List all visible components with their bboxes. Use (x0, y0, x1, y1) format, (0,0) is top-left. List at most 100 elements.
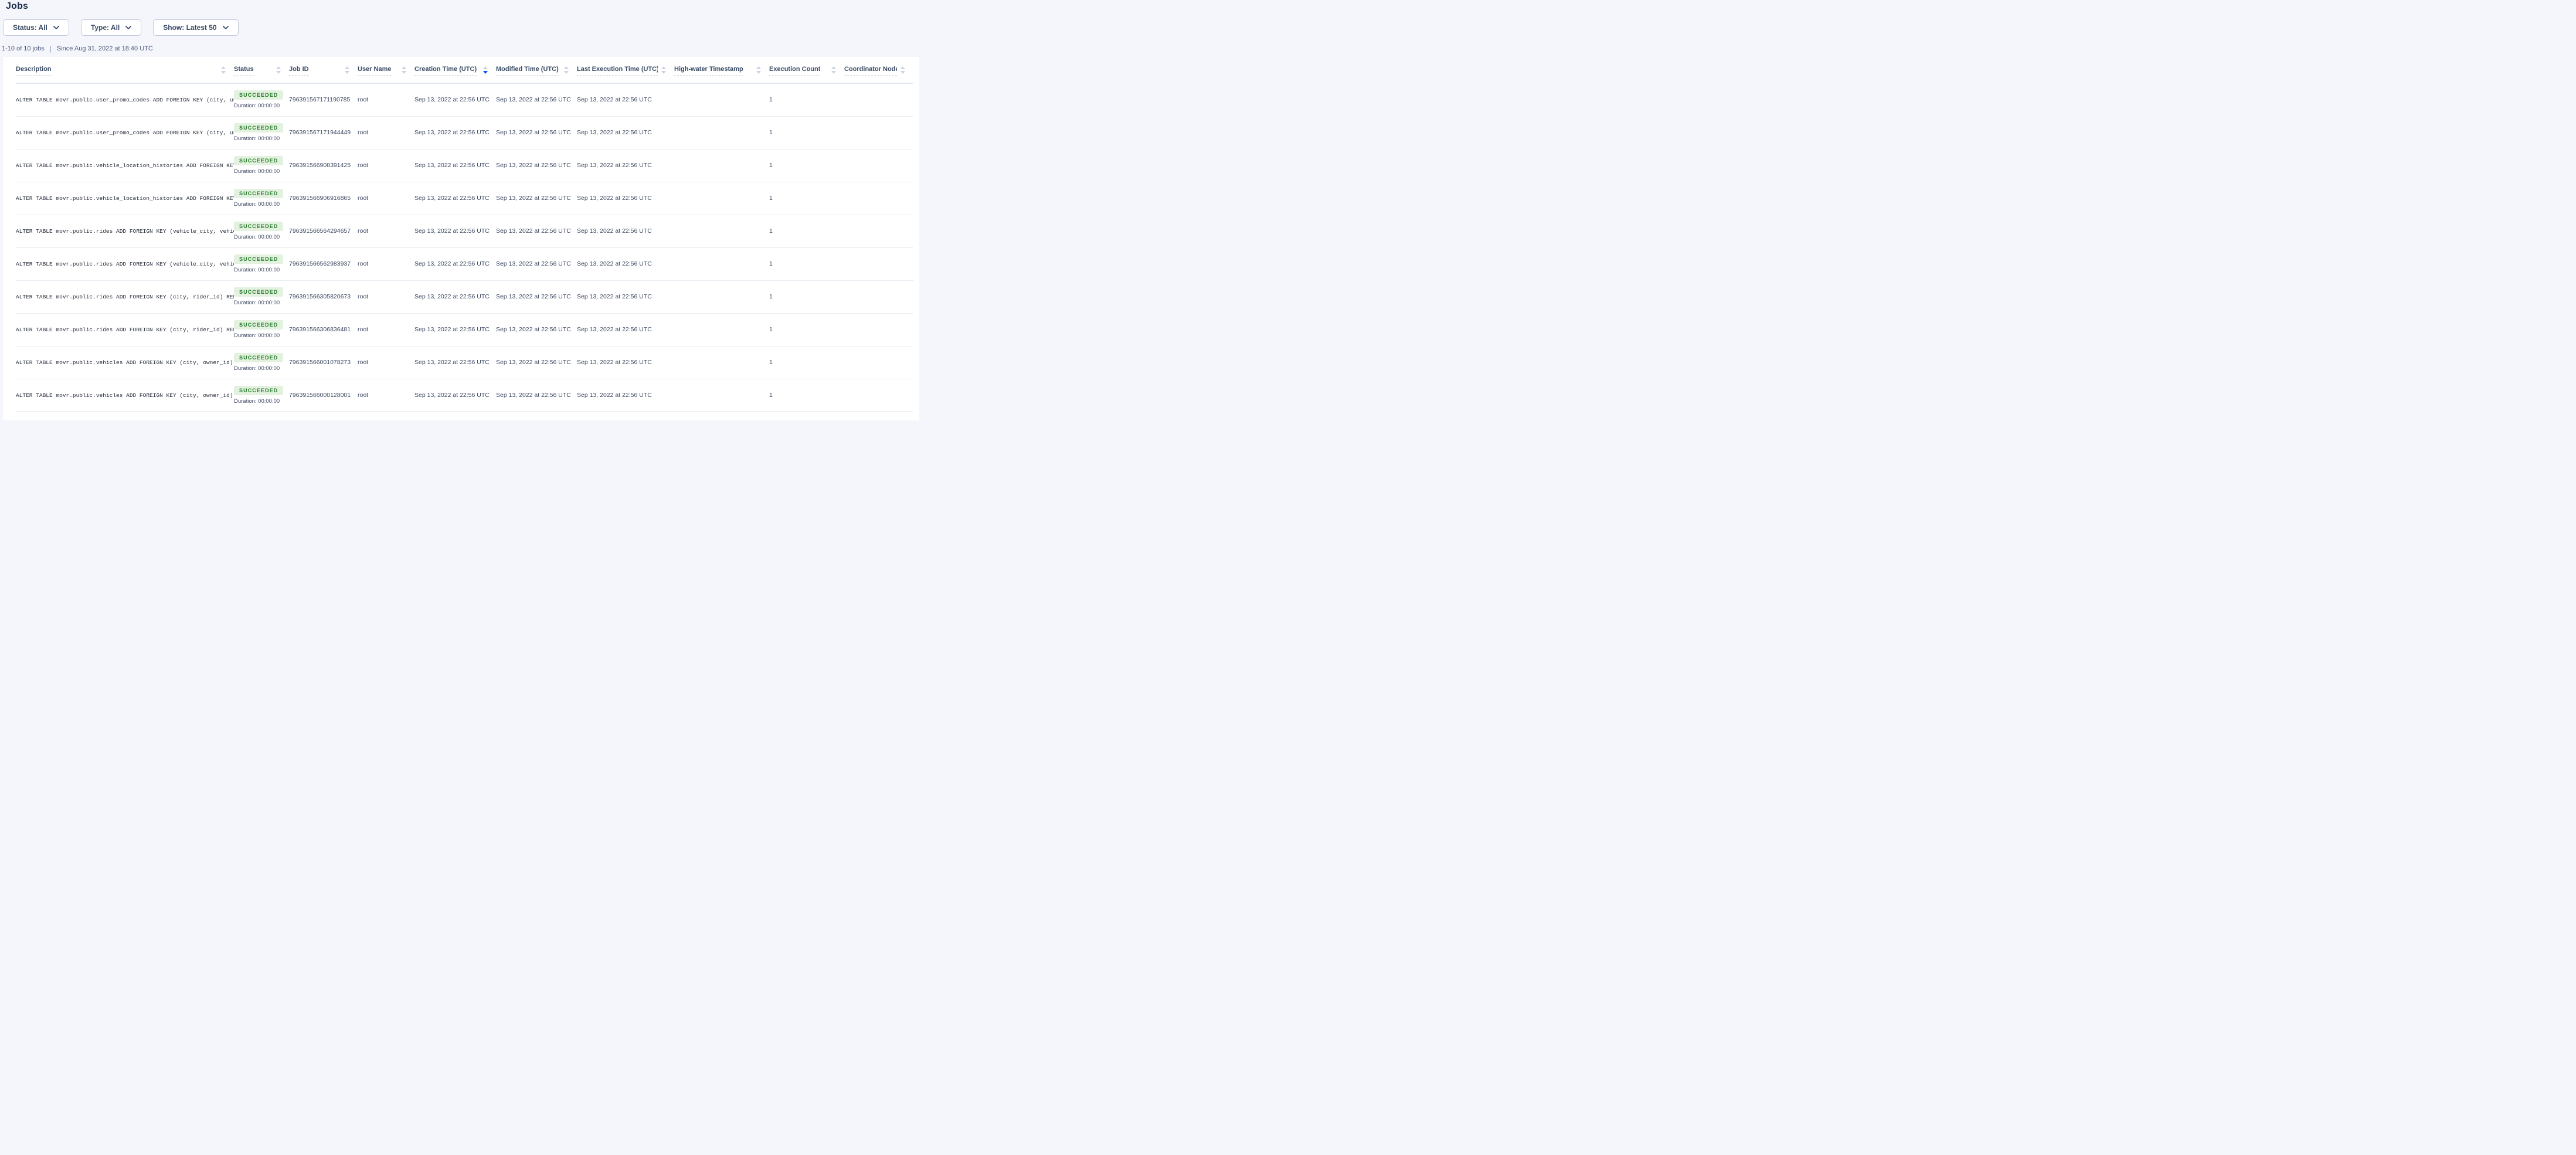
user-name: root (358, 326, 368, 333)
modified-time-cell: Sep 13, 2022 at 22:56 UTC (496, 247, 577, 280)
table-row: ALTER TABLE movr.public.vehicle_location… (16, 149, 913, 182)
jobs-table-body: ALTER TABLE movr.public.user_promo_codes… (16, 83, 913, 412)
status-badge: SUCCEEDED (234, 123, 283, 133)
column-header-last-exec[interactable]: Last Execution Time (UTC) (577, 57, 674, 83)
job-id: 796391566906916865 (289, 195, 351, 202)
sort-arrows-icon[interactable] (276, 66, 281, 74)
sort-arrows-icon[interactable] (756, 66, 761, 74)
execution-count-cell: 1 (769, 215, 844, 247)
user-name: root (358, 96, 368, 103)
execution-count-cell: 1 (769, 346, 844, 379)
status-filter-dropdown[interactable]: Status: All (3, 19, 69, 36)
job-description: ALTER TABLE movr.public.vehicles ADD FOR… (16, 359, 234, 366)
job-status-cell: SUCCEEDEDDuration: 00:00:00 (234, 83, 289, 116)
column-label: Execution Count (769, 66, 820, 76)
high-water-timestamp-cell (674, 83, 769, 116)
job-id-cell: 796391567171190785 (289, 83, 358, 116)
job-description-cell[interactable]: ALTER TABLE movr.public.rides ADD FOREIG… (16, 215, 234, 247)
job-description-cell[interactable]: ALTER TABLE movr.public.user_promo_codes… (16, 83, 234, 116)
job-description-cell[interactable]: ALTER TABLE movr.public.vehicles ADD FOR… (16, 346, 234, 379)
job-description-cell[interactable]: ALTER TABLE movr.public.rides ADD FOREIG… (16, 247, 234, 280)
execution-count: 1 (769, 359, 773, 366)
sort-arrows-icon[interactable] (661, 66, 666, 74)
sort-arrows-icon[interactable] (900, 66, 905, 74)
job-description: ALTER TABLE movr.public.user_promo_codes… (16, 97, 234, 103)
sort-asc-arrow (221, 66, 226, 69)
job-status-cell: SUCCEEDEDDuration: 00:00:00 (234, 182, 289, 215)
type-filter-dropdown[interactable]: Type: All (81, 19, 141, 36)
job-id: 796391567171190785 (289, 96, 350, 103)
column-header-user[interactable]: User Name (358, 57, 414, 83)
column-header-creation[interactable]: Creation Time (UTC) (414, 57, 496, 83)
column-header-coordinator[interactable]: Coordinator Node (844, 57, 913, 83)
show-filter-dropdown[interactable]: Show: Latest 50 (153, 19, 238, 36)
execution-count-cell: 1 (769, 313, 844, 346)
execution-count: 1 (769, 195, 773, 202)
sort-asc-arrow (900, 66, 905, 69)
job-id: 796391566305820673 (289, 293, 351, 300)
column-header-description[interactable]: Description (16, 57, 234, 83)
sort-arrows-icon[interactable] (402, 66, 406, 74)
column-label: Status (234, 66, 254, 76)
status-badge: SUCCEEDED (234, 156, 283, 165)
last-execution-time-cell: Sep 13, 2022 at 22:56 UTC (577, 379, 674, 412)
job-description-cell[interactable]: ALTER TABLE movr.public.user_promo_codes… (16, 116, 234, 149)
sort-arrows-icon[interactable] (564, 66, 569, 74)
column-header-exec-count[interactable]: Execution Count (769, 57, 844, 83)
job-description-cell[interactable]: ALTER TABLE movr.public.vehicles ADD FOR… (16, 379, 234, 412)
high-water-timestamp-cell (674, 247, 769, 280)
high-water-timestamp-cell (674, 182, 769, 215)
job-description-cell[interactable]: ALTER TABLE movr.public.rides ADD FOREIG… (16, 280, 234, 313)
job-description-cell[interactable]: ALTER TABLE movr.public.rides ADD FOREIG… (16, 313, 234, 346)
sort-asc-arrow (483, 66, 488, 69)
creation-time-cell: Sep 13, 2022 at 22:56 UTC (414, 215, 496, 247)
job-description: ALTER TABLE movr.public.vehicle_location… (16, 162, 234, 169)
high-water-timestamp-cell (674, 379, 769, 412)
last-execution-time-cell: Sep 13, 2022 at 22:56 UTC (577, 346, 674, 379)
chevron-down-icon (125, 26, 131, 29)
last-execution-time: Sep 13, 2022 at 22:56 UTC (577, 96, 652, 103)
coordinator-node-cell (844, 313, 913, 346)
job-description-cell[interactable]: ALTER TABLE movr.public.vehicle_location… (16, 182, 234, 215)
creation-time: Sep 13, 2022 at 22:56 UTC (414, 227, 490, 235)
job-description: ALTER TABLE movr.public.vehicles ADD FOR… (16, 392, 234, 399)
sort-desc-arrow (900, 71, 905, 74)
modified-time: Sep 13, 2022 at 22:56 UTC (496, 129, 571, 136)
column-label: User Name (358, 66, 391, 76)
column-header-job-id[interactable]: Job ID (289, 57, 358, 83)
status-badge: SUCCEEDED (234, 90, 283, 100)
last-execution-time: Sep 13, 2022 at 22:56 UTC (577, 293, 652, 300)
sort-arrows-icon[interactable] (221, 66, 226, 74)
creation-time-cell: Sep 13, 2022 at 22:56 UTC (414, 182, 496, 215)
creation-time-cell: Sep 13, 2022 at 22:56 UTC (414, 247, 496, 280)
creation-time: Sep 13, 2022 at 22:56 UTC (414, 293, 490, 300)
job-description-cell[interactable]: ALTER TABLE movr.public.vehicle_location… (16, 149, 234, 182)
coordinator-node-cell (844, 280, 913, 313)
job-id: 796391566908391425 (289, 162, 351, 169)
column-label: Description (16, 66, 52, 76)
modified-time: Sep 13, 2022 at 22:56 UTC (496, 359, 571, 366)
column-header-high-water[interactable]: High-water Timestamp (674, 57, 769, 83)
table-row: ALTER TABLE movr.public.vehicle_location… (16, 182, 913, 215)
user-name-cell: root (358, 313, 414, 346)
sort-arrows-icon[interactable] (831, 66, 836, 74)
table-row: ALTER TABLE movr.public.vehicles ADD FOR… (16, 379, 913, 412)
sort-arrows-icon[interactable] (483, 66, 488, 74)
duration-label: Duration: 00:00:00 (234, 234, 283, 240)
execution-count-cell: 1 (769, 182, 844, 215)
last-execution-time: Sep 13, 2022 at 22:56 UTC (577, 195, 652, 202)
user-name: root (358, 392, 368, 399)
column-header-status[interactable]: Status (234, 57, 289, 83)
job-id-cell: 796391566305820673 (289, 280, 358, 313)
execution-count-cell: 1 (769, 83, 844, 116)
job-status-cell: SUCCEEDEDDuration: 00:00:00 (234, 247, 289, 280)
column-label: Modified Time (UTC) (496, 66, 559, 76)
creation-time-cell: Sep 13, 2022 at 22:56 UTC (414, 379, 496, 412)
creation-time: Sep 13, 2022 at 22:56 UTC (414, 195, 490, 202)
sort-arrows-icon[interactable] (345, 66, 349, 74)
column-header-modified[interactable]: Modified Time (UTC) (496, 57, 577, 83)
last-execution-time: Sep 13, 2022 at 22:56 UTC (577, 129, 652, 136)
coordinator-node-cell (844, 83, 913, 116)
table-row: ALTER TABLE movr.public.rides ADD FOREIG… (16, 247, 913, 280)
status-badge: SUCCEEDED (234, 320, 283, 329)
